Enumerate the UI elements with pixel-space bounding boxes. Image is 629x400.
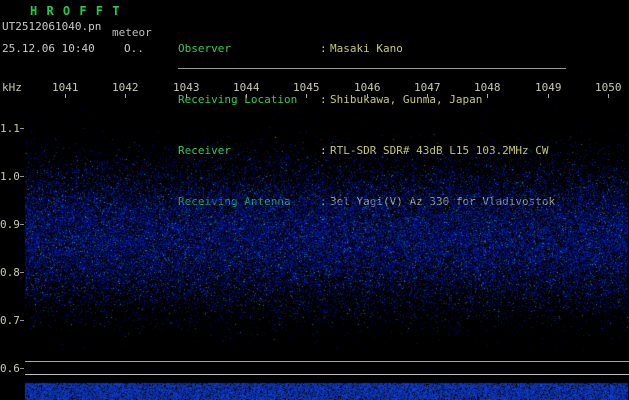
x-tick-label: 1047 — [414, 81, 441, 94]
x-axis-tick — [367, 94, 368, 98]
x-tick-label: 1043 — [173, 81, 200, 94]
x-axis-tick — [125, 94, 126, 98]
x-axis-tick — [427, 94, 428, 98]
signal-level-reference-line — [25, 361, 629, 362]
x-tick-label: 1042 — [112, 81, 139, 94]
x-axis-tick — [186, 94, 187, 98]
y-tick-label: 0.9 — [0, 218, 18, 231]
x-tick-label: 1050 — [595, 81, 622, 94]
y-axis-tick — [20, 368, 24, 369]
y-axis-tick — [20, 320, 24, 321]
y-tick-label: 1.0 — [0, 170, 18, 183]
y-tick-label: 0.7 — [0, 314, 18, 327]
y-tick-label: 0.8 — [0, 266, 18, 279]
hrofft-spectrogram-screen: H R O F F T UT2512061040.pn meteor 25.12… — [0, 0, 629, 400]
x-tick-label: 1045 — [293, 81, 320, 94]
x-axis-tick — [306, 94, 307, 98]
spectrogram-noise-canvas — [0, 0, 629, 400]
signal-level-reference-line — [25, 374, 629, 375]
x-axis-tick — [548, 94, 549, 98]
x-axis-tick — [487, 94, 488, 98]
y-axis-tick — [20, 272, 24, 273]
y-tick-label: 0.6 — [0, 362, 18, 375]
y-axis-tick — [20, 224, 24, 225]
x-tick-label: 1041 — [52, 81, 79, 94]
x-axis-tick — [608, 94, 609, 98]
x-axis-tick — [65, 94, 66, 98]
x-tick-label: 1044 — [233, 81, 260, 94]
y-axis-tick — [20, 128, 24, 129]
x-tick-label: 1048 — [474, 81, 501, 94]
y-axis-tick — [20, 176, 24, 177]
x-axis-tick — [246, 94, 247, 98]
y-axis-unit-label: kHz — [2, 81, 22, 94]
x-tick-label: 1046 — [354, 81, 381, 94]
x-tick-label: 1049 — [535, 81, 562, 94]
y-tick-label: 1.1 — [0, 122, 18, 135]
